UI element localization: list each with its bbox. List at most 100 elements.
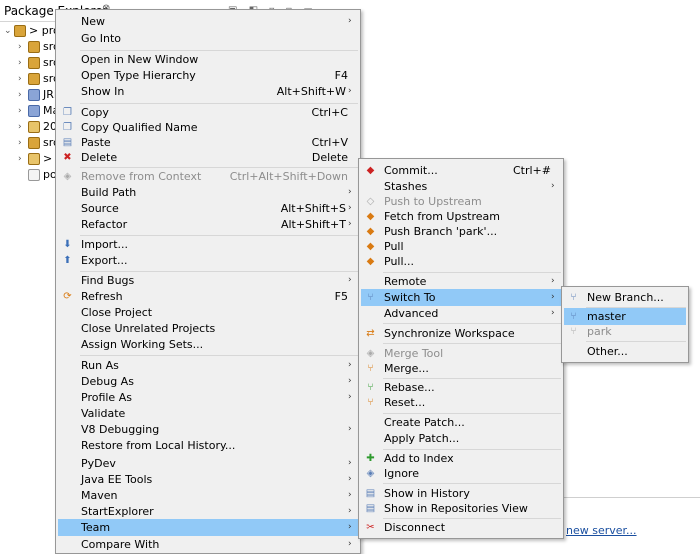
commit-icon: ◆ (366, 165, 375, 176)
chevron-right-icon: › (348, 86, 352, 96)
menu-item-delete[interactable]: ✖ Delete Delete (58, 149, 358, 166)
menu-item-go-into[interactable]: Go Into (58, 30, 358, 47)
menu-item-open-type-hierarchy[interactable]: Open Type Hierarchy F4 (58, 67, 358, 84)
menu-item-close-unrelated-projects[interactable]: Close Unrelated Projects (58, 320, 358, 337)
menu-item-apply-patch[interactable]: Apply Patch... (361, 430, 561, 447)
menu-item-show-in-repositories-view[interactable]: ▤ Show in Repositories View (361, 500, 561, 517)
menu-item-java-ee-tools[interactable]: Java EE Tools › (58, 471, 358, 488)
chevron-right-icon[interactable]: › (18, 71, 28, 87)
chevron-right-icon: › (348, 275, 352, 285)
folder-icon (28, 121, 40, 133)
menu-item-remote[interactable]: Remote › (361, 273, 561, 290)
menu-item-source[interactable]: Source Alt+Shift+S › (58, 200, 358, 217)
switch-to-submenu: ⑂ New Branch... ⑂ master ⑂ park Other... (561, 286, 689, 363)
menu-item-debug-as[interactable]: Debug As › (58, 373, 358, 390)
chevron-right-icon[interactable]: › (18, 103, 28, 119)
fetch-icon: ◆ (366, 211, 375, 222)
chevron-right-icon: › (551, 308, 555, 318)
chevron-right-icon: › (348, 490, 352, 500)
menu-item-profile-as[interactable]: Profile As › (58, 389, 358, 406)
menu-item-disconnect[interactable]: ✂ Disconnect (361, 519, 561, 536)
chevron-right-icon: › (551, 276, 555, 286)
team-submenu: ◆ Commit... Ctrl+# Stashes › ◇ Push to Upstr… (358, 158, 564, 539)
branch-icon: ⑂ (570, 292, 577, 303)
branch-icon: ⑂ (570, 326, 577, 337)
delete-icon: ✖ (63, 152, 72, 163)
chevron-right-icon[interactable]: › (18, 119, 28, 135)
package-folder-icon (28, 57, 40, 69)
folder-icon (28, 153, 40, 165)
chevron-right-icon[interactable]: › (18, 39, 28, 55)
menu-item-pydev[interactable]: PyDev › (58, 455, 358, 472)
menu-item-synchronize-workspace[interactable]: ⇄ Synchronize Workspace (361, 325, 561, 342)
new-server-link[interactable]: new server... (566, 524, 637, 537)
menu-separator (80, 355, 358, 356)
chevron-right-icon[interactable]: › (18, 55, 28, 71)
menu-item-build-path[interactable]: Build Path › (58, 184, 358, 201)
push-icon: ◆ (366, 226, 375, 237)
import-icon: ⬇ (63, 239, 72, 250)
menu-item-advanced[interactable]: Advanced › (361, 305, 561, 322)
chevron-right-icon: › (348, 458, 352, 468)
merge-icon: ⑂ (367, 363, 374, 374)
menu-item-remove-from-context[interactable]: ◈ Remove from Context Ctrl+Alt+Shift+Down (58, 168, 358, 185)
menu-item-new[interactable]: New › (58, 13, 358, 30)
chevron-right-icon: › (551, 292, 555, 302)
menu-item-refactor[interactable]: Refactor Alt+Shift+T › (58, 216, 358, 233)
branch-icon: ⑂ (367, 292, 374, 303)
menu-item-ignore[interactable]: ◈ Ignore (361, 465, 561, 482)
chevron-right-icon: › (348, 376, 352, 386)
menu-item-refresh[interactable]: ⟳ Refresh F5 (58, 288, 358, 305)
chevron-right-icon[interactable]: › (18, 135, 28, 151)
menu-item-create-patch[interactable]: Create Patch... (361, 414, 561, 431)
menu-item-show-in[interactable]: Show In Alt+Shift+W › (58, 83, 358, 100)
chevron-right-icon: › (348, 474, 352, 484)
menu-item-maven[interactable]: Maven › (58, 487, 358, 504)
library-icon (28, 105, 40, 117)
file-icon (28, 169, 40, 181)
menu-item-startexplorer[interactable]: StartExplorer › (58, 503, 358, 520)
chevron-right-icon: › (348, 392, 352, 402)
divider (560, 497, 700, 498)
paste-icon: ▤ (62, 137, 73, 148)
menu-item-v8-debugging[interactable]: V8 Debugging › (58, 421, 358, 438)
menu-item-pull-dialog[interactable]: ◆ Pull... (361, 253, 561, 270)
merge-tool-icon: ◈ (366, 348, 375, 359)
chevron-right-icon: › (348, 187, 352, 197)
add-icon: ✚ (366, 453, 375, 464)
chevron-right-icon: › (348, 539, 352, 549)
menu-separator (383, 483, 561, 484)
menu-item-assign-working-sets[interactable]: Assign Working Sets... (58, 336, 358, 353)
chevron-right-icon: › (348, 360, 352, 370)
chevron-down-icon[interactable]: ⌄ (4, 23, 14, 39)
menu-separator (383, 323, 561, 324)
menu-item-other[interactable]: Other... (564, 343, 686, 360)
chevron-right-icon: › (348, 522, 352, 532)
menu-item-branch-park[interactable]: ⑂ park (564, 323, 686, 340)
refresh-icon: ⟳ (63, 291, 72, 302)
chevron-right-icon[interactable]: › (18, 151, 28, 167)
menu-item-close-project[interactable]: Close Project (58, 304, 358, 321)
library-icon (28, 89, 40, 101)
menu-item-open-in-new-window[interactable]: Open in New Window (58, 51, 358, 68)
copy-icon: ❐ (63, 107, 72, 118)
menu-item-switch-to[interactable]: ⑂ Switch To › (361, 289, 561, 306)
menu-item-validate[interactable]: Validate (58, 405, 358, 422)
menu-item-team[interactable]: Team › (58, 519, 358, 536)
ignore-icon: ◈ (366, 468, 375, 479)
menu-item-new-branch[interactable]: ⑂ New Branch... (564, 289, 686, 306)
menu-item-import[interactable]: ⬇ Import... (58, 236, 358, 253)
menu-item-reset[interactable]: ⑂ Reset... (361, 394, 561, 411)
menu-item-run-as[interactable]: Run As › (58, 357, 358, 374)
menu-item-find-bugs[interactable]: Find Bugs › (58, 272, 358, 289)
chevron-right-icon[interactable]: › (18, 87, 28, 103)
menu-item-compare-with[interactable]: Compare With › (58, 536, 358, 553)
menu-separator (586, 341, 686, 342)
synchronize-icon: ⇄ (366, 328, 375, 339)
menu-item-export[interactable]: ⬆ Export... (58, 252, 358, 269)
pull-icon: ◆ (366, 256, 375, 267)
menu-item-restore-from-local-history[interactable]: Restore from Local History... (58, 437, 358, 454)
repositories-icon: ▤ (365, 503, 376, 514)
menu-item-merge[interactable]: ⑂ Merge... (361, 360, 561, 377)
menu-item-commit[interactable]: ◆ Commit... Ctrl+# (361, 162, 561, 179)
